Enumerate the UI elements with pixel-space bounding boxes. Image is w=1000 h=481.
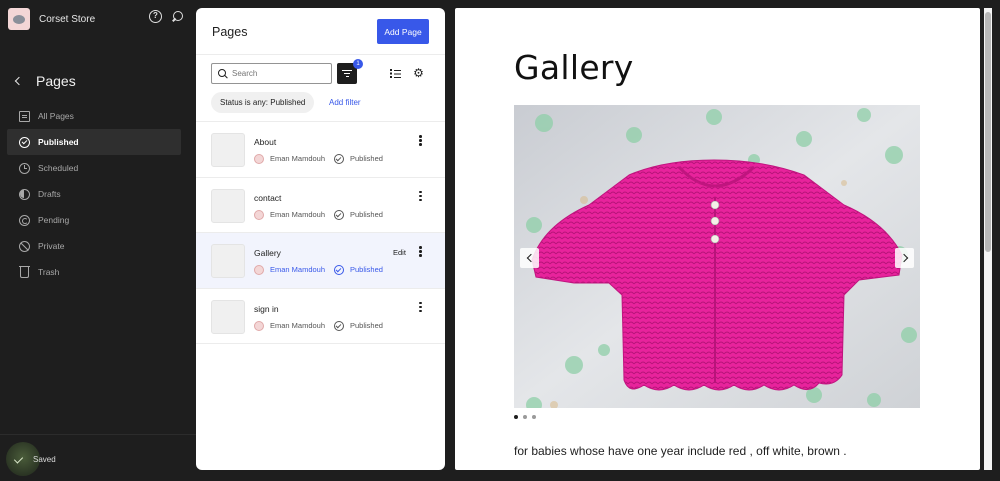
search-icon <box>218 69 227 78</box>
sidebar-item-drafts[interactable]: Drafts <box>7 181 181 207</box>
more-actions-icon[interactable] <box>419 301 422 314</box>
slider-dot[interactable] <box>523 415 527 419</box>
sidebar-item-label: All Pages <box>38 111 74 121</box>
more-actions-icon[interactable] <box>419 135 422 147</box>
section-title: Pages <box>13 73 76 89</box>
site-name[interactable]: Corset Store <box>39 14 95 25</box>
private-icon <box>19 240 30 252</box>
pending-icon <box>19 214 30 226</box>
author-name: Eman Mamdouh <box>270 154 326 163</box>
gallery-slide-image <box>514 105 920 408</box>
trash-icon <box>19 265 30 278</box>
more-actions-icon[interactable] <box>419 246 422 258</box>
list-item[interactable]: sign in Eman Mamdouh Published <box>196 289 445 344</box>
status-text: Published <box>350 209 383 219</box>
site-logo[interactable] <box>8 8 30 30</box>
slider-next-button[interactable] <box>895 248 914 268</box>
search-input[interactable] <box>232 69 327 78</box>
filter-icon <box>342 70 352 80</box>
page-thumbnail[interactable] <box>211 188 245 223</box>
sidebar-item-trash[interactable]: Trash <box>7 259 181 285</box>
sidebar-footer: Saved <box>0 434 196 481</box>
status-text: Published <box>350 320 383 330</box>
preview-scrollbar-thumb[interactable] <box>985 12 991 252</box>
published-icon <box>19 136 30 148</box>
sidebar-item-private[interactable]: Private <box>7 233 181 259</box>
sidebar-item-label: Published <box>38 137 79 147</box>
edit-button[interactable]: Edit <box>393 248 406 257</box>
page-preview[interactable]: Gallery for babies whose have one year i… <box>455 8 980 470</box>
sidebar-item-scheduled[interactable]: Scheduled <box>7 155 181 181</box>
preview-page-title: Gallery <box>514 48 634 87</box>
help-icon[interactable]: ? <box>149 10 162 23</box>
slider-dot[interactable] <box>532 415 536 419</box>
section-title-text: Pages <box>36 73 76 89</box>
status-text: Published <box>350 154 383 163</box>
drafts-icon <box>19 188 30 200</box>
gear-icon[interactable]: ⚙ <box>413 67 424 79</box>
add-page-button[interactable]: Add Page <box>377 19 429 44</box>
search-field[interactable] <box>211 63 332 84</box>
sidebar-item-label: Drafts <box>38 189 61 199</box>
pink-crochet-sweater-photo <box>514 105 920 408</box>
author-avatar <box>254 320 264 331</box>
site-header: Corset Store ? <box>8 7 188 31</box>
back-icon[interactable] <box>13 76 23 86</box>
page-title[interactable]: About <box>254 137 276 147</box>
list-item[interactable]: About Eman Mamdouh Published <box>196 122 445 178</box>
save-status: Saved <box>33 455 56 464</box>
pages-list: About Eman Mamdouh Published contact Ema… <box>196 121 445 344</box>
more-actions-icon[interactable] <box>419 190 422 203</box>
sidebar-item-all-pages[interactable]: All Pages <box>7 103 181 129</box>
pages-icon <box>19 110 30 122</box>
scheduled-icon <box>19 162 30 174</box>
page-title[interactable]: Gallery <box>254 248 281 258</box>
page-thumbnail[interactable] <box>211 299 245 334</box>
page-title[interactable]: contact <box>254 193 281 203</box>
slider-prev-button[interactable] <box>520 248 539 268</box>
add-filter-link[interactable]: Add filter <box>329 92 361 113</box>
sidebar-item-label: Private <box>38 241 65 251</box>
author-avatar <box>254 209 264 220</box>
slider-pagination <box>514 415 536 419</box>
sidebar-item-label: Trash <box>38 267 60 277</box>
sidebar-item-published[interactable]: Published <box>7 129 181 155</box>
page-title[interactable]: sign in <box>254 304 279 314</box>
sidebar: Corset Store ? Pages All Pages Published… <box>0 0 196 481</box>
author-name: Eman Mamdouh <box>270 265 326 274</box>
published-icon <box>334 209 344 220</box>
pages-list-panel: Pages Add Page 1 ⚙ Status is any: Publis… <box>196 8 445 470</box>
published-icon <box>334 154 344 164</box>
published-icon <box>334 320 344 331</box>
list-item-selected[interactable]: Gallery Eman Mamdouh Published Edit <box>196 233 445 289</box>
sidebar-item-pending[interactable]: Pending <box>7 207 181 233</box>
page-thumbnail[interactable] <box>211 244 245 278</box>
sidebar-item-label: Pending <box>38 215 70 225</box>
sidebar-item-label: Scheduled <box>38 163 79 173</box>
status-filter-chip[interactable]: Status is any: Published <box>211 92 315 113</box>
slider-dot[interactable] <box>514 415 518 419</box>
published-icon <box>334 265 344 275</box>
search-icon[interactable] <box>171 10 184 23</box>
author-avatar <box>254 265 264 275</box>
list-item[interactable]: contact Eman Mamdouh Published <box>196 178 445 233</box>
sidebar-nav: All Pages Published Scheduled Drafts Pen… <box>7 103 181 285</box>
page-thumbnail[interactable] <box>211 133 245 167</box>
author-avatar <box>254 154 264 164</box>
list-title: Pages <box>212 25 248 39</box>
list-layout-icon[interactable] <box>390 69 401 78</box>
author-name: Eman Mamdouh <box>270 209 326 219</box>
preview-caption: for babies whose have one year include r… <box>514 444 847 458</box>
filter-count-badge: 1 <box>353 59 363 69</box>
status-text: Published <box>350 265 383 274</box>
author-name: Eman Mamdouh <box>270 320 326 330</box>
list-header: Pages Add Page <box>196 8 445 55</box>
